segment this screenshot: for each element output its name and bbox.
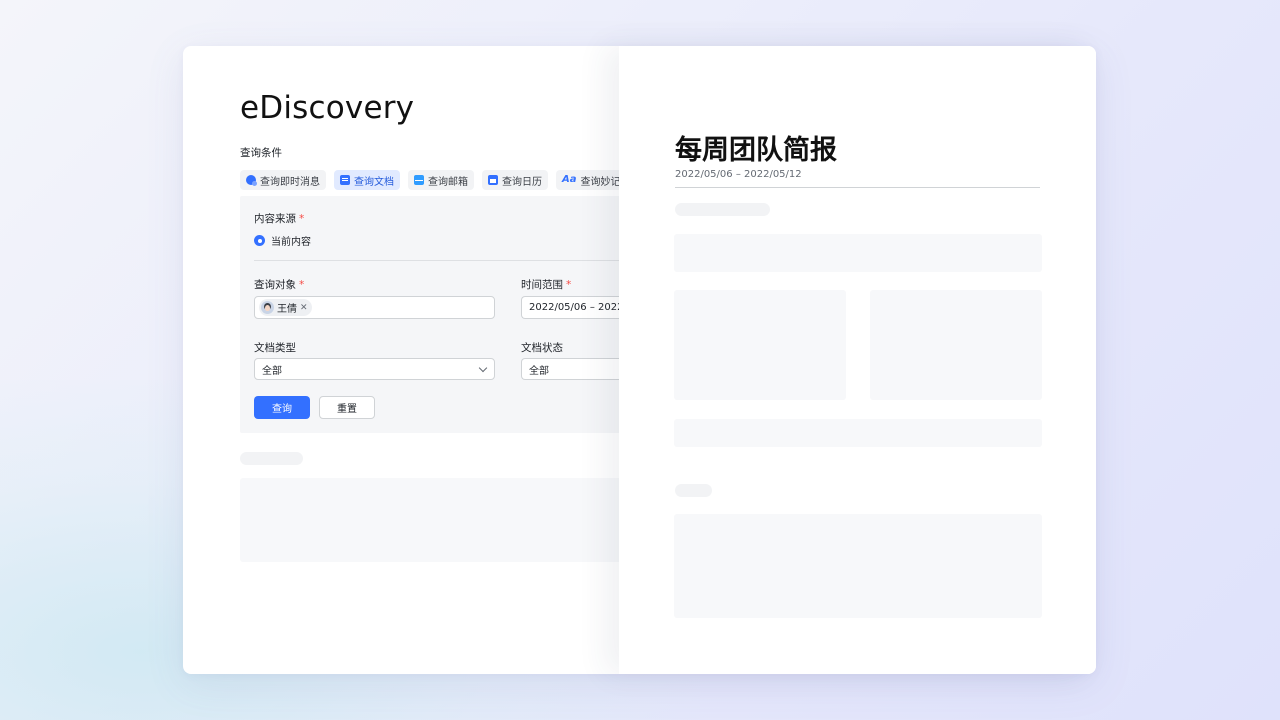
loading-placeholder [870,290,1042,400]
tab-mailbox[interactable]: 查询邮箱 [408,170,474,190]
required-mark: * [299,213,305,225]
loading-placeholder [240,452,303,465]
weekly-report-panel: 每周团队简报 2022/05/06 – 2022/05/12 [619,46,1096,674]
chip-label: 王倩 [277,304,297,315]
tab-label: 查询妙记 [580,176,621,188]
doc-type-value: 全部 [262,365,282,377]
tab-label: 查询日历 [502,176,542,188]
notes-icon: Aa [562,174,577,185]
loading-placeholder [674,290,846,400]
tab-calendar[interactable]: 查询日历 [482,170,548,190]
report-title: 每周团队简报 [675,135,837,166]
remove-chip-icon[interactable]: ✕ [300,303,308,313]
avatar [261,301,274,314]
query-form: 内容来源 * 当前内容 查询对象 * 王倩 ✕ 时间范围 * 2022/05/06 –… [240,196,651,433]
query-button[interactable]: 查询 [254,396,310,419]
chevron-down-icon [478,363,488,373]
chat-icon [246,175,257,186]
reset-button[interactable]: 重置 [319,396,375,419]
loading-placeholder [674,419,1042,447]
tab-label: 查询邮箱 [428,176,468,188]
required-mark: * [299,279,305,291]
radio-selected-icon[interactable] [254,235,265,246]
required-mark: * [566,279,572,291]
target-label: 查询对象 * [254,279,305,291]
loading-placeholder [674,234,1042,272]
tab-notes[interactable]: Aa 查询妙记 [556,170,627,190]
loading-placeholder [675,484,712,497]
content-source-label: 内容来源 * [254,213,305,225]
tab-label: 查询即时消息 [260,176,320,188]
query-tabs: 查询即时消息 查询文档 查询邮箱 查询日历 Aa 查询妙记 [240,170,627,190]
tab-im-messages[interactable]: 查询即时消息 [240,170,326,190]
divider [675,187,1040,188]
tab-docs[interactable]: 查询文档 [334,170,400,190]
time-range-value: 2022/05/06 – 2022 [529,302,624,313]
report-date-range: 2022/05/06 – 2022/05/12 [675,169,802,180]
query-conditions-label: 查询条件 [240,147,282,159]
calendar-icon [488,175,498,185]
radio-label: 当前内容 [271,237,311,248]
doc-type-select[interactable]: 全部 [254,358,495,380]
doc-icon [340,175,350,185]
mail-icon [414,175,424,185]
loading-placeholder [674,514,1042,618]
tab-label: 查询文档 [354,176,394,188]
user-chip: 王倩 ✕ [259,299,312,316]
app-title: eDiscovery [240,90,415,126]
doc-type-label: 文档类型 [254,342,296,354]
doc-status-value: 全部 [529,365,549,377]
content-source-radio[interactable]: 当前内容 [254,233,311,248]
doc-status-label: 文档状态 [521,342,563,354]
divider [254,260,630,261]
target-field[interactable]: 王倩 ✕ [254,296,495,319]
loading-placeholder [240,478,630,562]
time-range-label: 时间范围 * [521,279,572,291]
loading-placeholder [675,203,770,216]
